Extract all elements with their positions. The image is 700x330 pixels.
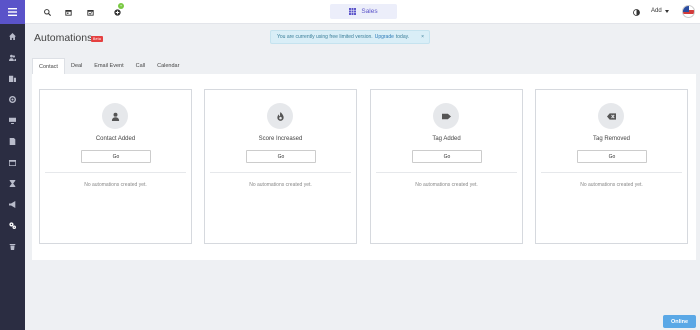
divider <box>210 172 351 173</box>
tab-deal[interactable]: Deal <box>65 58 88 74</box>
add-menu-button[interactable]: Add <box>651 8 669 14</box>
trigger-card: Tag Removed Go No automations created ye… <box>535 89 688 244</box>
tag-icon <box>441 113 451 119</box>
page-title: Automations <box>34 32 93 44</box>
search-icon <box>43 8 51 16</box>
building-icon <box>9 75 16 82</box>
sidebar-item-trash[interactable] <box>0 237 25 255</box>
divider <box>45 172 186 173</box>
card-icon-circle <box>267 103 293 129</box>
workspace-selector[interactable]: Sales <box>330 4 397 19</box>
workspace-label: Sales <box>361 8 378 15</box>
document-icon <box>9 137 16 145</box>
empty-state-text: No automations created yet. <box>84 182 147 188</box>
topbar: + Sales Add <box>25 0 700 24</box>
quick-add-button[interactable]: + <box>111 3 124 18</box>
sidebar-item-deals[interactable] <box>0 90 25 108</box>
card-icon-circle <box>433 103 459 129</box>
go-button[interactable]: Go <box>246 150 316 163</box>
sidebar-item-campaigns[interactable] <box>0 111 25 129</box>
card-title: Tag Added <box>432 136 461 142</box>
avatar[interactable] <box>682 5 695 18</box>
sidebar-item-contacts[interactable] <box>0 48 25 66</box>
sidebar-item-calendar[interactable] <box>0 153 25 171</box>
sidebar-item-companies[interactable] <box>0 69 25 87</box>
card-icon-circle <box>102 103 128 129</box>
sidebar-item-marketing[interactable] <box>0 195 25 213</box>
online-status-button[interactable]: Online <box>663 315 696 328</box>
tasks-button[interactable] <box>84 6 96 18</box>
add-circle-icon <box>113 8 121 16</box>
trigger-card: Contact Added Go No automations created … <box>39 89 192 244</box>
theme-toggle-button[interactable] <box>630 6 642 18</box>
contrast-icon <box>632 8 640 16</box>
calendar-icon <box>9 159 16 166</box>
sidebar-item-forms[interactable] <box>0 132 25 150</box>
trigger-card: Tag Added Go No automations created yet. <box>370 89 523 244</box>
grid-icon <box>349 8 357 15</box>
sidebar <box>0 0 25 330</box>
go-button[interactable]: Go <box>577 150 647 163</box>
empty-state-text: No automations created yet. <box>415 182 478 188</box>
monitor-icon <box>9 117 16 124</box>
trigger-card: Score Increased Go No automations create… <box>204 89 357 244</box>
add-menu-label: Add <box>651 8 662 14</box>
home-icon <box>9 32 16 40</box>
close-icon[interactable]: × <box>421 34 424 40</box>
divider <box>376 172 517 173</box>
search-button[interactable] <box>41 6 53 18</box>
hamburger-icon <box>8 8 17 16</box>
empty-state-text: No automations created yet. <box>249 182 312 188</box>
automation-panel: Contact Added Go No automations created … <box>32 74 696 260</box>
target-icon <box>9 95 16 103</box>
tab-calendar[interactable]: Calendar <box>151 58 185 74</box>
card-icon-circle <box>598 103 624 129</box>
flame-icon <box>276 111 284 121</box>
tab-contact[interactable]: Contact <box>32 58 65 74</box>
megaphone-icon <box>9 200 16 208</box>
sidebar-item-home[interactable] <box>0 27 25 45</box>
go-button[interactable]: Go <box>81 150 151 163</box>
person-icon <box>111 112 119 121</box>
notice-suffix: today. <box>395 34 410 40</box>
users-icon <box>9 54 16 61</box>
card-title: Tag Removed <box>592 136 631 142</box>
automation-icon <box>9 221 16 229</box>
calendar-check-icon <box>86 9 94 16</box>
notice-text: You are currently using free limited ver… <box>277 34 373 40</box>
automation-tabs: Contact Deal Email Event Call Calendar <box>32 58 185 74</box>
upgrade-link[interactable]: Upgrade <box>375 34 394 40</box>
notification-badge: + <box>118 3 124 9</box>
menu-toggle-button[interactable] <box>0 0 25 24</box>
calendar-icon <box>64 9 72 16</box>
beta-badge: Beta <box>91 36 103 42</box>
empty-state-text: No automations created yet. <box>580 182 643 188</box>
card-title: Score Increased <box>258 136 303 142</box>
card-title: Contact Added <box>95 136 136 142</box>
tab-email-event[interactable]: Email Event <box>88 58 129 74</box>
tab-call[interactable]: Call <box>130 58 151 74</box>
calendar-button[interactable] <box>62 6 74 18</box>
sidebar-item-tasks[interactable] <box>0 174 25 192</box>
upgrade-notice: You are currently using free limited ver… <box>270 30 430 44</box>
sidebar-item-automations[interactable] <box>0 216 25 234</box>
tag-remove-icon <box>606 112 616 120</box>
divider <box>541 172 682 173</box>
hourglass-icon <box>9 179 16 187</box>
chevron-down-icon <box>664 9 669 13</box>
go-button[interactable]: Go <box>412 150 482 163</box>
trash-icon <box>9 243 16 250</box>
